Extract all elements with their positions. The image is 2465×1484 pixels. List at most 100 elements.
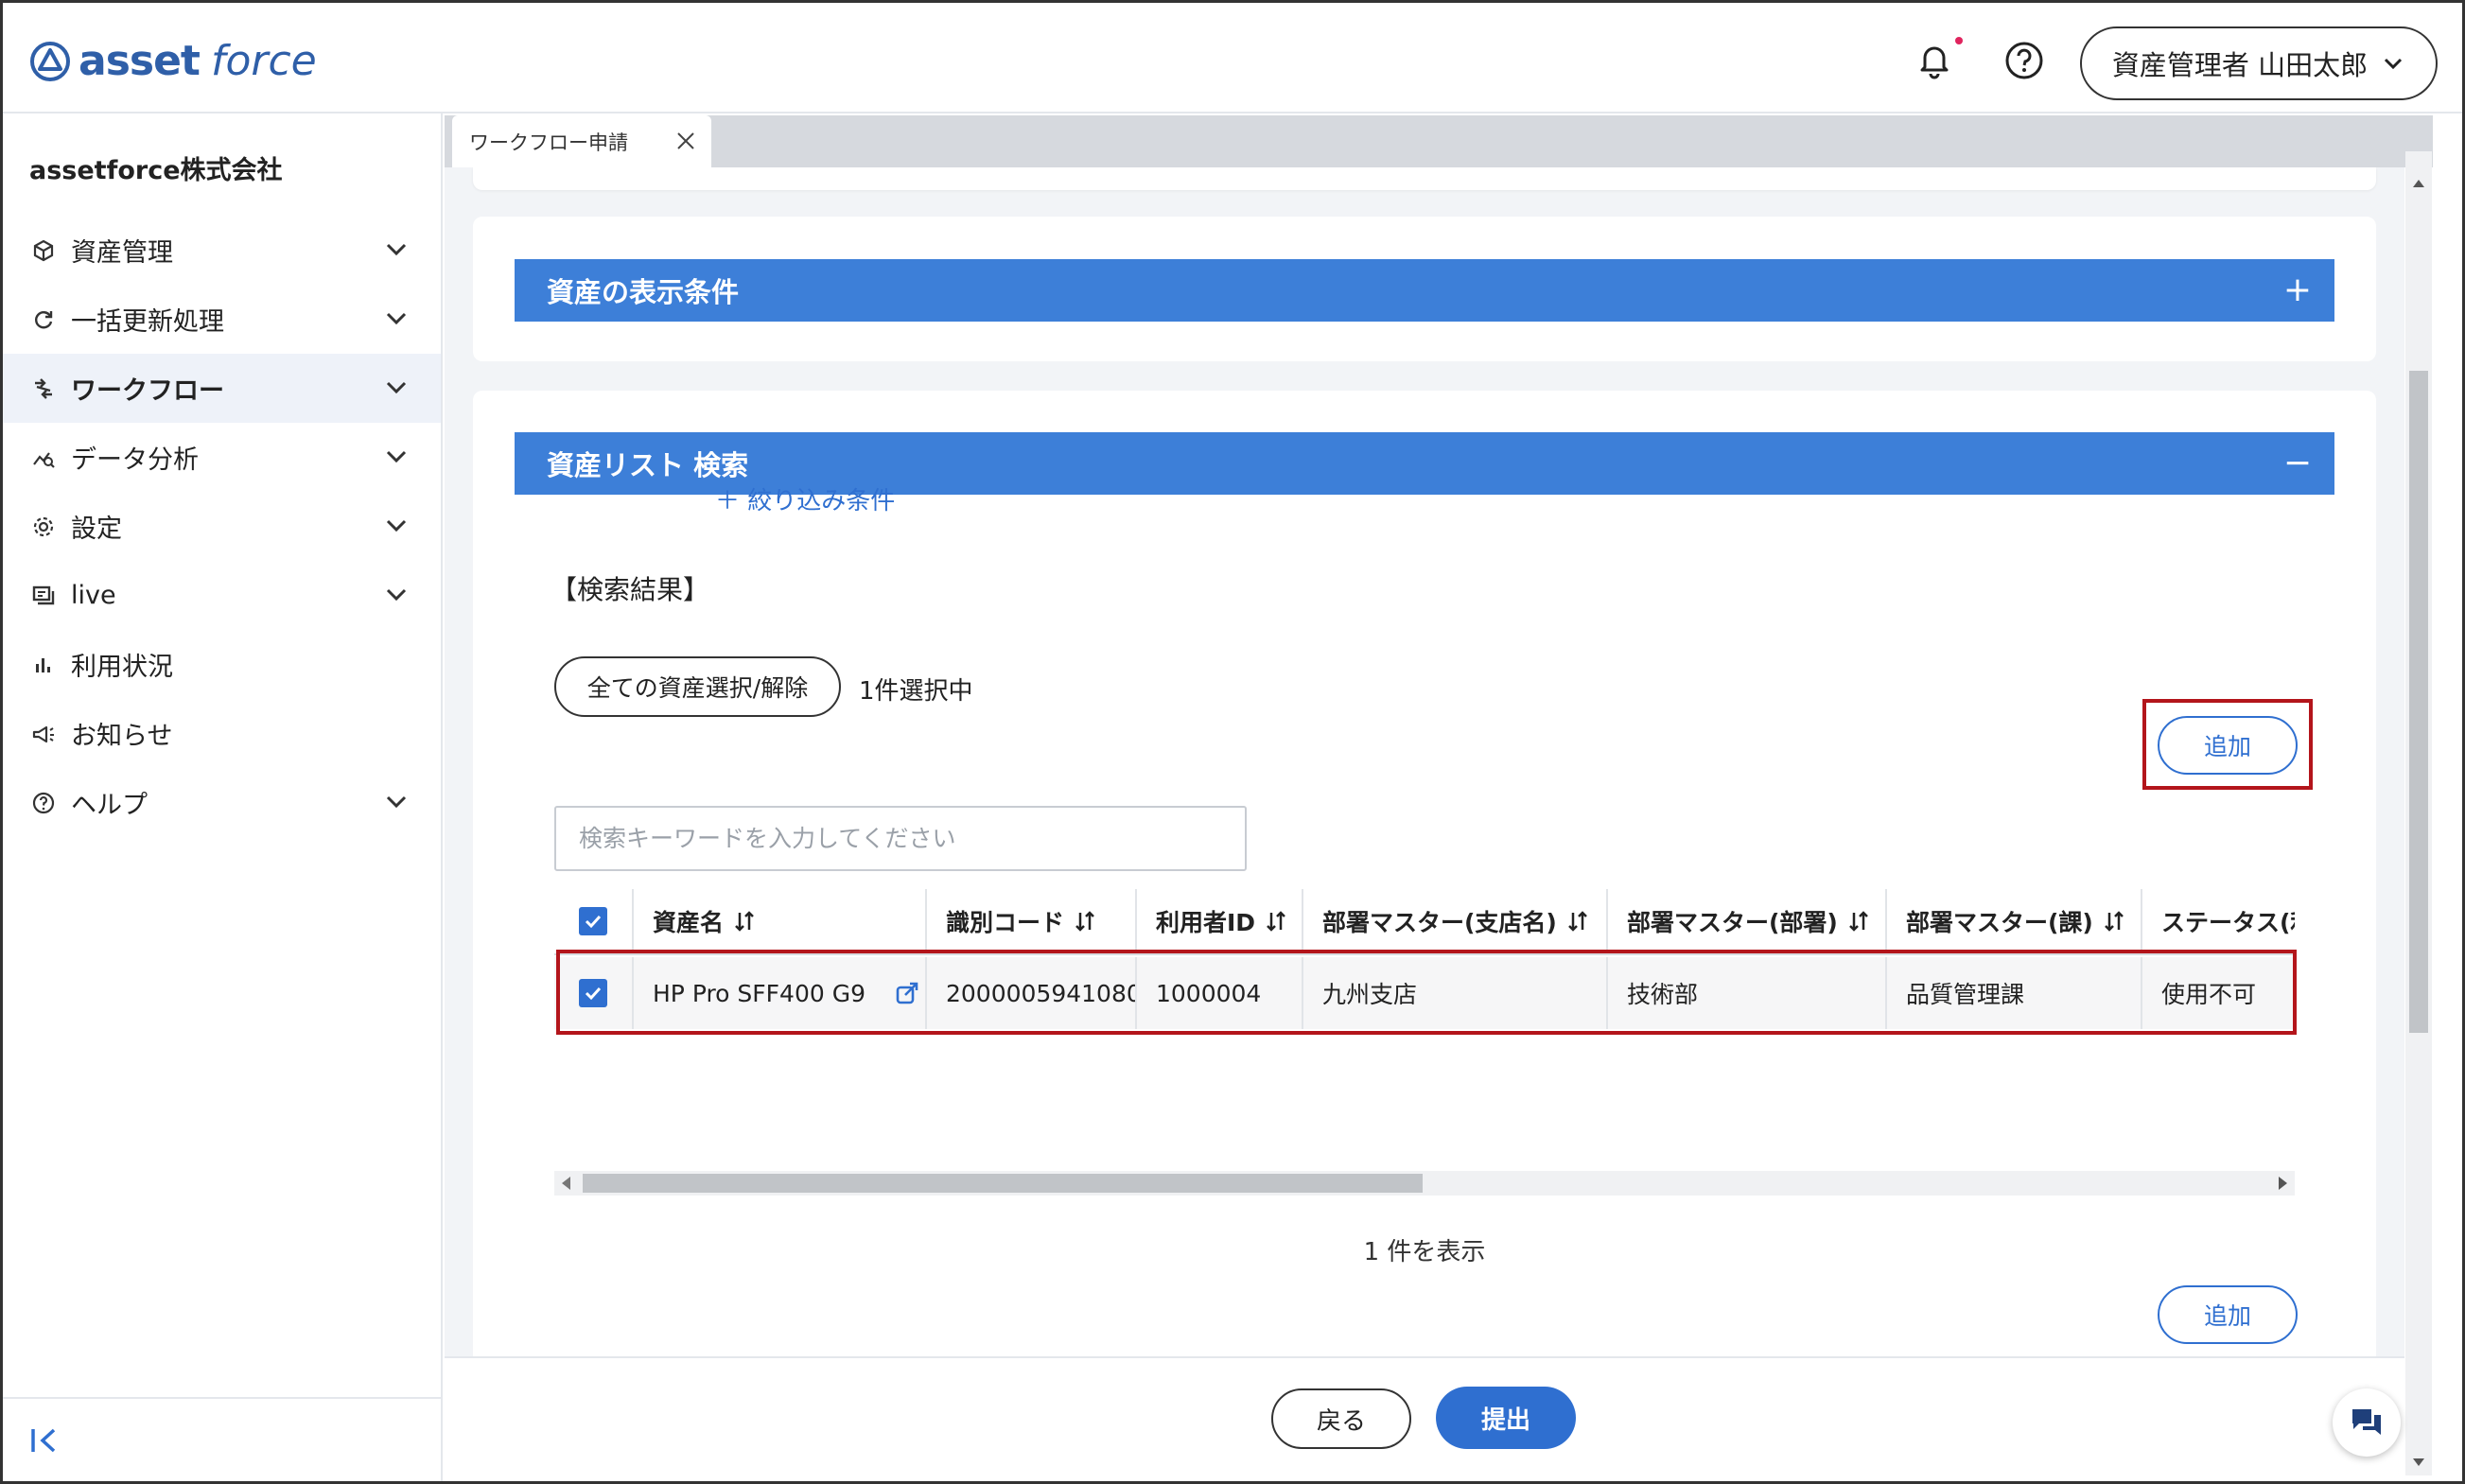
column-label: 部署マスター(支店名) — [1322, 909, 1557, 936]
analytics-icon — [33, 451, 55, 468]
sidebar-item-label: データ分析 — [71, 445, 199, 475]
brand-name-bold: asset — [79, 37, 201, 85]
logo-mark-icon — [30, 41, 70, 81]
sidebar-item-settings[interactable]: 設定 — [3, 492, 441, 561]
keyword-search-input[interactable] — [554, 806, 1247, 871]
add-button-bottom[interactable]: 追加 — [2158, 1285, 2298, 1344]
sidebar-item-asset-management[interactable]: 資産管理 — [3, 216, 441, 285]
sort-icon[interactable] — [1074, 910, 1096, 933]
sidebar-item-label: 一括更新処理 — [71, 307, 224, 337]
company-name: assetforce株式会社 — [29, 156, 283, 185]
display-conditions-header[interactable]: 資産の表示条件 + — [515, 259, 2334, 322]
horizontal-scroll-thumb[interactable] — [583, 1174, 1423, 1193]
scroll-left-arrow-icon[interactable] — [562, 1177, 570, 1190]
cube-icon — [33, 239, 54, 261]
section-title: 資産の表示条件 — [547, 276, 740, 308]
chevron-down-icon — [386, 450, 407, 463]
back-button[interactable]: 戻る — [1271, 1388, 1411, 1449]
asset-search-card: 資産リスト 検索 − — [473, 391, 2376, 1356]
sidebar: assetforce株式会社 資産管理 一括更新処理 ワークフロー データ分析 … — [3, 113, 443, 1481]
sidebar-item-data-analysis[interactable]: データ分析 — [3, 423, 441, 492]
sort-icon[interactable] — [1847, 910, 1870, 933]
chevron-down-icon — [386, 381, 407, 394]
display-conditions-card: 資産の表示条件 + — [473, 217, 2376, 361]
vertical-scroll-thumb[interactable] — [2409, 371, 2428, 1033]
sidebar-item-usage[interactable]: 利用状況 — [3, 630, 441, 699]
action-footer: 戻る 提出 — [445, 1356, 2404, 1481]
search-results-label: 【検索結果】 — [551, 574, 710, 605]
tab-workflow-application[interactable]: ワークフロー申請 — [452, 115, 711, 167]
selected-count: 1件選択中 — [859, 677, 973, 706]
gear-icon — [33, 516, 54, 536]
column-header-asset-name[interactable]: 資産名 — [634, 889, 927, 953]
sidebar-item-label: 利用状況 — [71, 653, 173, 682]
tab-label: ワークフロー申請 — [469, 131, 628, 154]
user-menu-label: 資産管理者 山田太郎 — [2111, 49, 2369, 81]
expand-icon[interactable]: + — [2283, 271, 2312, 309]
scroll-up-arrow-icon[interactable] — [2413, 180, 2424, 187]
checkbox-checked-icon[interactable] — [579, 907, 607, 935]
previous-card-edge — [473, 167, 2376, 190]
chevron-down-icon — [386, 588, 407, 602]
column-label: 部署マスター(課) — [1906, 909, 2093, 936]
add-button-highlight — [2142, 699, 2313, 790]
section-title: 資産リスト 検索 — [547, 449, 749, 481]
sort-icon[interactable] — [1265, 910, 1287, 933]
sidebar-item-notices[interactable]: お知らせ — [3, 699, 441, 768]
sidebar-item-label: live — [71, 581, 116, 610]
chevron-down-icon — [386, 243, 407, 256]
chat-button[interactable] — [2333, 1388, 2401, 1457]
column-header-section[interactable]: 部署マスター(課) — [1887, 889, 2142, 953]
help-icon[interactable] — [2004, 41, 2044, 80]
filter-conditions-link[interactable]: ＋ 絞り込み条件 — [715, 481, 895, 516]
sidebar-item-help[interactable]: ヘルプ — [3, 768, 441, 837]
sidebar-nav: 資産管理 一括更新処理 ワークフロー データ分析 設定 live 利用状況 お知… — [3, 216, 441, 837]
sidebar-item-label: ワークフロー — [71, 376, 224, 406]
column-header-status[interactable]: ステータス(利 — [2142, 889, 2295, 953]
chevron-down-icon — [386, 795, 407, 809]
column-label: 資産名 — [653, 909, 725, 936]
close-icon[interactable] — [675, 131, 696, 151]
selected-row-highlight — [556, 950, 2297, 1035]
sidebar-item-label: 資産管理 — [71, 238, 173, 268]
bar-chart-icon — [36, 657, 50, 672]
scroll-right-arrow-icon[interactable] — [2279, 1177, 2287, 1190]
help-circle-icon — [32, 792, 55, 813]
sidebar-item-bulk-update[interactable]: 一括更新処理 — [3, 285, 441, 354]
column-header-branch[interactable]: 部署マスター(支店名) — [1303, 889, 1608, 953]
chevron-down-icon — [2385, 58, 2403, 70]
collapse-icon[interactable]: − — [2283, 444, 2312, 482]
chevron-down-icon — [386, 312, 407, 325]
column-header-id-code[interactable]: 識別コード — [927, 889, 1137, 953]
horizontal-scrollbar[interactable] — [554, 1171, 2295, 1196]
scroll-down-arrow-icon[interactable] — [2413, 1458, 2424, 1466]
sidebar-footer — [3, 1397, 441, 1479]
sidebar-item-label: ヘルプ — [71, 791, 148, 820]
result-count-text: 1 件を表示 — [1363, 1238, 1486, 1266]
sidebar-item-live[interactable]: live — [3, 561, 441, 630]
sort-icon[interactable] — [2103, 910, 2125, 933]
sort-icon[interactable] — [733, 910, 756, 933]
notification-dot — [1955, 37, 1963, 44]
column-header-user-id[interactable]: 利用者ID — [1137, 889, 1303, 953]
brand-logo[interactable]: asset force — [29, 37, 317, 85]
sidebar-item-workflow[interactable]: ワークフロー — [3, 354, 441, 423]
column-label: ステータス(利 — [2161, 909, 2295, 936]
submit-button[interactable]: 提出 — [1436, 1387, 1576, 1449]
sort-icon[interactable] — [1566, 910, 1589, 933]
column-label: 利用者ID — [1156, 909, 1256, 936]
user-menu-button[interactable]: 資産管理者 山田太郎 — [2080, 26, 2438, 100]
brand-name-light: force — [210, 37, 317, 85]
notification-bell-icon[interactable] — [1914, 39, 1955, 80]
app-header: asset force 資産管理者 山田太郎 — [3, 3, 2462, 113]
select-all-assets-button[interactable]: 全ての資産選択/解除 — [554, 656, 841, 717]
sidebar-item-label: 設定 — [71, 515, 122, 544]
column-header-department[interactable]: 部署マスター(部署) — [1608, 889, 1887, 953]
collapse-sidebar-icon[interactable] — [29, 1425, 61, 1456]
column-label: 部署マスター(部署) — [1627, 909, 1838, 936]
live-icon — [32, 585, 55, 604]
chat-icon — [2352, 1409, 2381, 1435]
chevron-down-icon — [386, 519, 407, 532]
select-all-checkbox-cell[interactable] — [554, 889, 634, 953]
vertical-scrollbar[interactable] — [2405, 151, 2432, 1475]
